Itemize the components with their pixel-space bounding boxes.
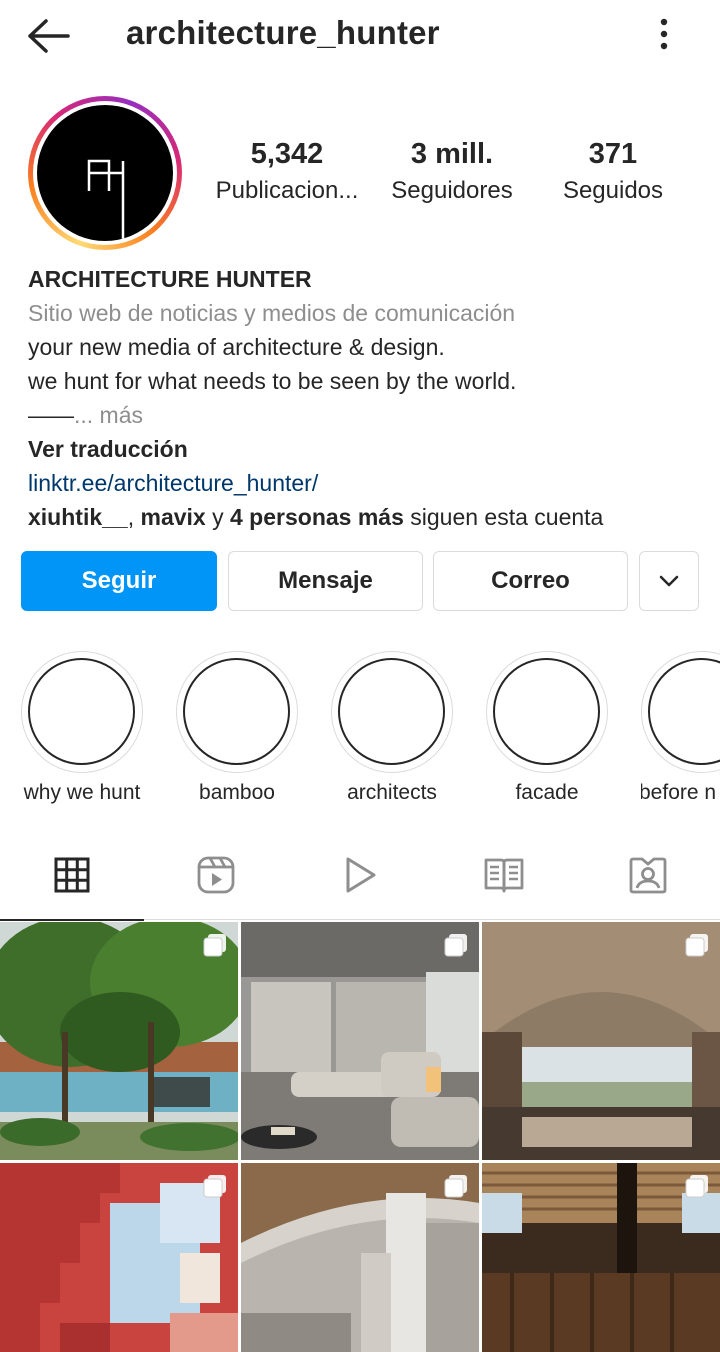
avatar[interactable] xyxy=(37,105,173,241)
followed-by-suffix: siguen esta cuenta xyxy=(403,504,604,530)
bio-truncated: ——... más xyxy=(28,398,708,432)
bio-dashes: —— xyxy=(28,402,74,428)
bio-line: your new media of architecture & design. xyxy=(28,334,445,360)
highlight-cover xyxy=(28,658,135,765)
carousel-icon xyxy=(203,1175,226,1198)
highlight-ring xyxy=(641,651,720,773)
message-button[interactable]: Mensaje xyxy=(228,551,423,611)
arrow-left-icon xyxy=(28,19,70,53)
highlight-label: before n xyxy=(641,781,717,804)
email-button[interactable]: Correo xyxy=(433,551,628,611)
posts-label: Publicacion... xyxy=(215,177,359,204)
tab-reels[interactable] xyxy=(144,830,288,920)
followed-by[interactable]: xiuhtik__, mavix y 4 personas más siguen… xyxy=(28,500,708,534)
highlight-cover xyxy=(338,658,445,765)
active-tab-indicator xyxy=(0,919,144,921)
suggested-accounts-button[interactable] xyxy=(639,551,699,611)
bio-website-link[interactable]: linktr.ee/architecture_hunter/ xyxy=(28,466,708,500)
post-thumbnail[interactable] xyxy=(0,922,238,1160)
post-thumbnail[interactable] xyxy=(482,1163,720,1352)
post-thumbnail[interactable] xyxy=(241,922,479,1160)
kebab-menu-icon xyxy=(660,18,668,50)
profile-tabs xyxy=(0,830,720,921)
bio-more-link[interactable]: ... más xyxy=(74,402,143,428)
highlight-ring xyxy=(486,651,608,773)
tagged-person-icon xyxy=(629,857,667,894)
followed-by-and: y xyxy=(205,504,230,530)
following-label: Seguidos xyxy=(562,177,664,204)
more-options-button[interactable] xyxy=(646,14,682,54)
tab-posts-grid[interactable] xyxy=(0,830,144,921)
profile-username: architecture_hunter xyxy=(126,14,440,51)
play-icon xyxy=(346,857,376,893)
followers-label: Seguidores xyxy=(391,177,513,204)
followers-count[interactable]: 3 mill. Seguidores xyxy=(380,138,524,205)
back-button[interactable] xyxy=(26,16,72,56)
highlight-cover xyxy=(493,658,600,765)
profile-bio: ARCHITECTURE HUNTER Sitio web de noticia… xyxy=(28,262,708,534)
followed-by-others: 4 personas más xyxy=(230,504,404,530)
posts-count[interactable]: 5,342 Publicacion... xyxy=(208,138,366,205)
following-value: 371 xyxy=(588,138,638,170)
bio-line: we hunt for what needs to be seen by the… xyxy=(28,368,517,394)
following-count[interactable]: 371 Seguidos xyxy=(548,138,678,205)
post-thumbnail[interactable] xyxy=(241,1163,479,1352)
carousel-icon xyxy=(685,934,708,957)
posts-grid xyxy=(0,922,720,1352)
profile-category: Sitio web de noticias y medios de comuni… xyxy=(28,300,516,326)
highlight-item[interactable]: architects xyxy=(331,651,453,805)
highlight-item[interactable]: before n xyxy=(641,651,720,805)
carousel-icon xyxy=(203,934,226,957)
highlight-cover xyxy=(648,658,720,765)
followed-by-separator: , xyxy=(127,504,141,530)
profile-full-name: ARCHITECTURE HUNTER xyxy=(28,266,312,292)
architecture-hunter-logo xyxy=(87,159,125,241)
followers-value: 3 mill. xyxy=(410,138,494,170)
top-bar: architecture_hunter xyxy=(0,0,720,70)
follower-name: mavix xyxy=(140,504,206,530)
posts-value: 5,342 xyxy=(250,138,324,170)
follow-button[interactable]: Seguir xyxy=(21,551,217,611)
reels-icon xyxy=(197,856,235,894)
highlight-label: why we hunt xyxy=(23,781,141,804)
carousel-icon xyxy=(444,1175,467,1198)
highlight-item[interactable]: bamboo xyxy=(176,651,298,805)
highlight-ring xyxy=(176,651,298,773)
highlight-label: facade xyxy=(515,781,579,804)
follower-name: xiuhtik__ xyxy=(28,504,128,530)
tab-guides[interactable] xyxy=(432,830,576,920)
tab-tagged[interactable] xyxy=(576,830,720,920)
carousel-icon xyxy=(685,1175,708,1198)
chevron-down-icon xyxy=(659,575,679,587)
story-ring[interactable] xyxy=(28,96,182,250)
guide-book-icon xyxy=(484,858,524,893)
highlight-cover xyxy=(183,658,290,765)
tab-videos[interactable] xyxy=(288,830,432,920)
highlight-item[interactable]: facade xyxy=(486,651,608,805)
highlight-label: bamboo xyxy=(199,781,275,804)
see-translation-link[interactable]: Ver traducción xyxy=(28,432,708,466)
post-thumbnail[interactable] xyxy=(0,1163,238,1352)
highlight-label: architects xyxy=(347,781,437,804)
highlight-ring xyxy=(21,651,143,773)
highlight-item[interactable]: why we hunt xyxy=(21,651,143,805)
post-thumbnail[interactable] xyxy=(482,922,720,1160)
highlight-ring xyxy=(331,651,453,773)
grid-icon xyxy=(54,857,90,893)
carousel-icon xyxy=(444,934,467,957)
